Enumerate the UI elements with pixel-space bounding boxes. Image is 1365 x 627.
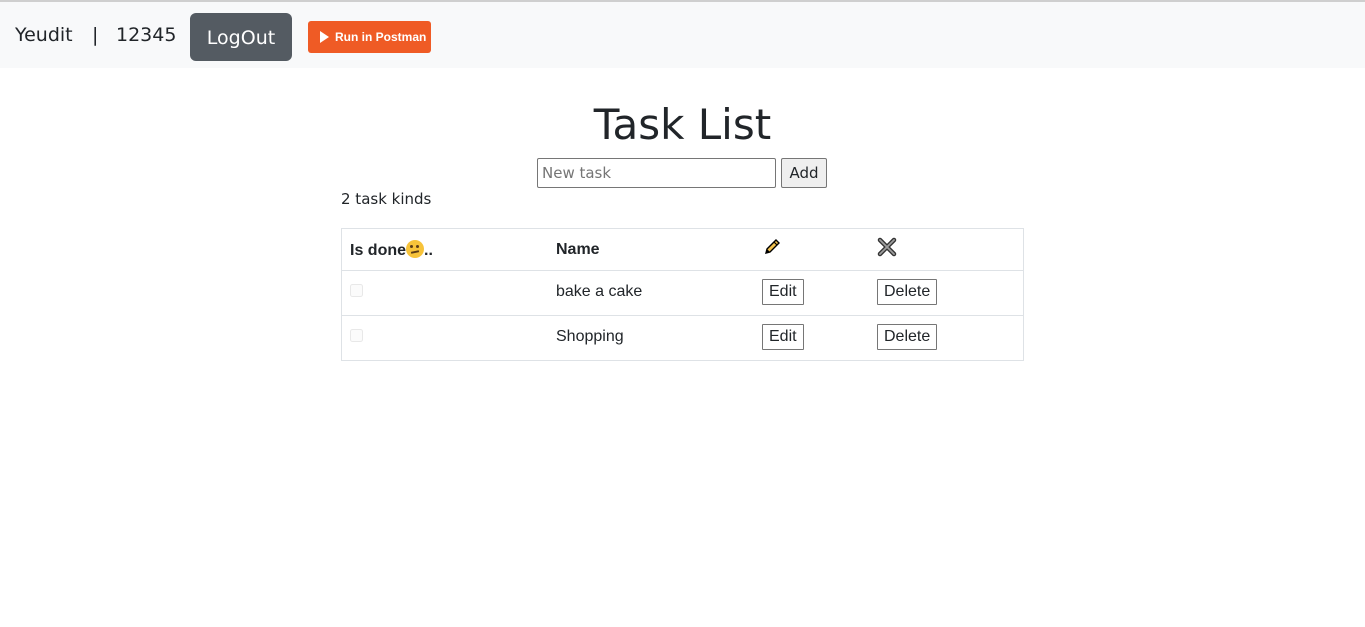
edit-button[interactable]: Edit	[762, 324, 804, 350]
header-name: Name	[548, 228, 754, 271]
header-is-done-suffix: ..	[424, 241, 433, 259]
delete-button[interactable]: Delete	[877, 324, 938, 350]
edit-button[interactable]: Edit	[762, 279, 804, 305]
done-cell	[341, 270, 548, 316]
task-table: Is done.. Name bake a cake Edit Delete S…	[341, 228, 1024, 361]
table-row: bake a cake Edit Delete	[341, 270, 1024, 316]
table-row: Shopping Edit Delete	[341, 315, 1024, 361]
play-icon	[320, 31, 329, 43]
header-is-done: Is done..	[341, 228, 548, 271]
run-in-postman-label: Run in Postman	[335, 30, 427, 44]
header-is-done-label: Is done	[350, 241, 407, 259]
edit-cell: Edit	[754, 315, 869, 361]
user-name: Yeudit	[15, 24, 73, 46]
task-name: bake a cake	[556, 283, 643, 300]
page-title: Task List	[593, 100, 772, 149]
logout-button[interactable]: LogOut	[190, 13, 292, 61]
add-task-button[interactable]: Add	[781, 158, 827, 188]
name-cell: bake a cake	[548, 270, 754, 316]
top-navbar: Yeudit | 12345 LogOut Run in Postman	[0, 0, 1365, 68]
new-task-input[interactable]	[537, 158, 776, 188]
done-checkbox[interactable]	[350, 329, 363, 342]
header-edit	[754, 228, 869, 271]
thinking-face-icon	[406, 239, 425, 258]
table-header-row: Is done.. Name	[341, 228, 1024, 271]
user-separator: |	[92, 24, 99, 46]
delete-cell: Delete	[869, 315, 1024, 361]
user-id: 12345	[116, 24, 177, 46]
done-checkbox[interactable]	[350, 284, 363, 297]
run-in-postman-button[interactable]: Run in Postman	[308, 21, 431, 53]
task-count: 2 task kinds	[341, 190, 432, 208]
delete-button[interactable]: Delete	[877, 279, 938, 305]
done-cell	[341, 315, 548, 361]
header-delete	[869, 228, 1024, 271]
pencil-icon	[765, 239, 780, 254]
edit-cell: Edit	[754, 270, 869, 316]
delete-cell: Delete	[869, 270, 1024, 316]
task-name: Shopping	[556, 328, 624, 345]
cross-mark-icon	[877, 237, 897, 257]
name-cell: Shopping	[548, 315, 754, 361]
